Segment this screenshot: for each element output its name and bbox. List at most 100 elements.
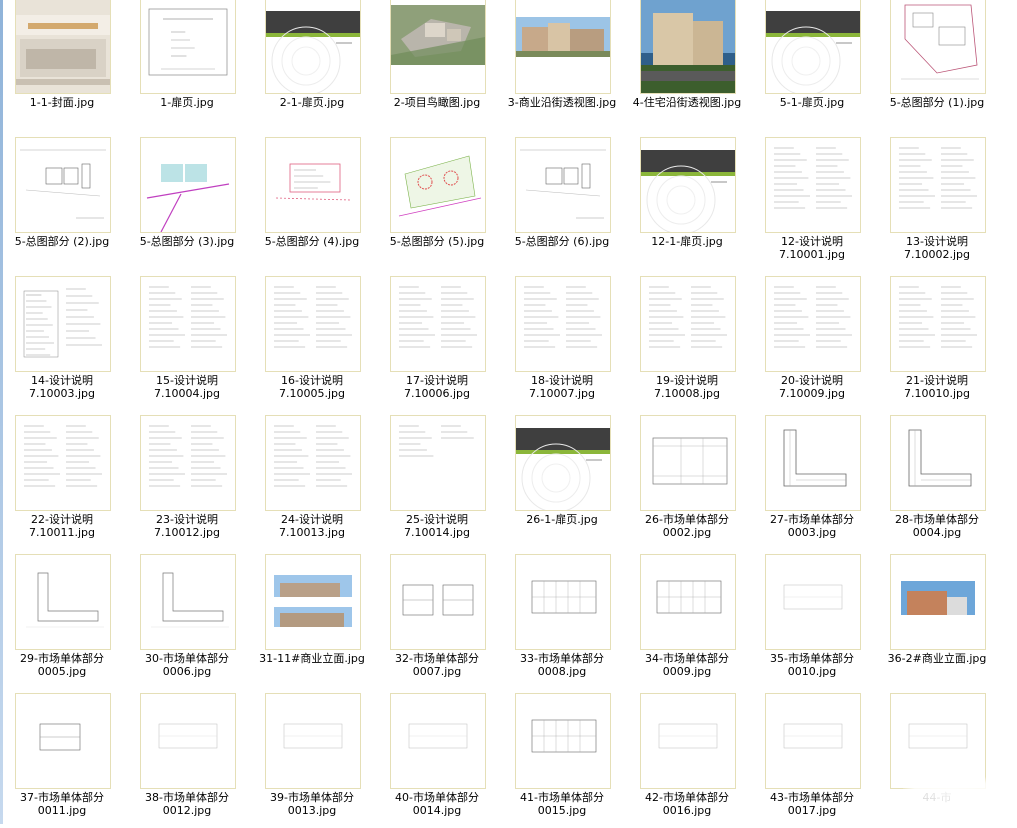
file-thumbnail-item[interactable]: 18-设计说明 7.10007.jpg xyxy=(500,276,625,411)
file-name-label[interactable]: 18-设计说明 7.10007.jpg xyxy=(498,374,626,400)
file-name-label[interactable]: 4-住宅沿街透视图.jpg xyxy=(623,96,751,109)
file-name-label[interactable]: 29-市场单体部分 0005.jpg xyxy=(0,652,126,678)
file-name-label[interactable]: 27-市场单体部分 0003.jpg xyxy=(748,513,876,539)
file-thumbnail-item[interactable]: 19-设计说明 7.10008.jpg xyxy=(625,276,750,411)
thumbnail-image[interactable] xyxy=(15,137,111,233)
thumbnail-image[interactable] xyxy=(640,0,736,94)
file-name-label[interactable]: 20-设计说明 7.10009.jpg xyxy=(748,374,876,400)
thumbnail-image[interactable] xyxy=(890,415,986,511)
thumbnail-image[interactable] xyxy=(140,554,236,650)
file-thumbnail-item[interactable]: 5-总图部分 (4).jpg xyxy=(250,137,375,272)
thumbnail-image[interactable] xyxy=(390,415,486,511)
file-name-label[interactable]: 22-设计说明 7.10011.jpg xyxy=(0,513,126,539)
file-thumbnail-item[interactable]: 32-市场单体部分 0007.jpg xyxy=(375,554,500,689)
thumbnail-image[interactable] xyxy=(765,0,861,94)
thumbnail-image[interactable] xyxy=(640,137,736,233)
file-thumbnail-item[interactable]: 1-扉页.jpg xyxy=(125,0,250,133)
file-name-label[interactable]: 39-市场单体部分 0013.jpg xyxy=(248,791,376,817)
file-thumbnail-item[interactable]: 15-设计说明 7.10004.jpg xyxy=(125,276,250,411)
file-thumbnail-item[interactable]: 21-设计说明 7.10010.jpg xyxy=(875,276,1000,411)
file-name-label[interactable]: 5-总图部分 (1).jpg xyxy=(873,96,1001,109)
thumbnail-image[interactable] xyxy=(265,276,361,372)
file-thumbnail-item[interactable]: 20-设计说明 7.10009.jpg xyxy=(750,276,875,411)
thumbnail-image[interactable] xyxy=(765,276,861,372)
file-name-label[interactable]: 37-市场单体部分 0011.jpg xyxy=(0,791,126,817)
file-thumbnail-item[interactable]: 26-市场单体部分 0002.jpg xyxy=(625,415,750,550)
file-thumbnail-item[interactable]: 31-11#商业立面.jpg xyxy=(250,554,375,689)
file-thumbnail-item[interactable]: 16-设计说明 7.10005.jpg xyxy=(250,276,375,411)
file-name-label[interactable]: 12-1-扉页.jpg xyxy=(623,235,751,248)
file-thumbnail-item[interactable]: 42-市场单体部分 0016.jpg xyxy=(625,693,750,828)
file-name-label[interactable]: 2-1-扉页.jpg xyxy=(248,96,376,109)
file-name-label[interactable]: 26-市场单体部分 0002.jpg xyxy=(623,513,751,539)
thumbnail-image[interactable] xyxy=(765,137,861,233)
file-name-label[interactable]: 5-总图部分 (6).jpg xyxy=(498,235,626,248)
file-name-label[interactable]: 19-设计说明 7.10008.jpg xyxy=(623,374,751,400)
file-name-label[interactable]: 5-总图部分 (3).jpg xyxy=(123,235,251,248)
file-thumbnail-item[interactable]: 26-1-扉页.jpg xyxy=(500,415,625,550)
thumbnail-image[interactable] xyxy=(140,693,236,789)
file-name-label[interactable]: 23-设计说明 7.10012.jpg xyxy=(123,513,251,539)
thumbnail-image[interactable] xyxy=(390,137,486,233)
file-thumbnail-item[interactable]: 38-市场单体部分 0012.jpg xyxy=(125,693,250,828)
thumbnail-image[interactable] xyxy=(140,415,236,511)
file-name-label[interactable]: 14-设计说明 7.10003.jpg xyxy=(0,374,126,400)
file-thumbnail-item[interactable]: 36-2#商业立面.jpg xyxy=(875,554,1000,689)
file-name-label[interactable]: 25-设计说明 7.10014.jpg xyxy=(373,513,501,539)
file-thumbnail-item[interactable]: 5-总图部分 (2).jpg xyxy=(0,137,125,272)
thumbnail-image[interactable] xyxy=(265,137,361,233)
file-name-label[interactable]: 1-1-封面.jpg xyxy=(0,96,126,109)
file-name-label[interactable]: 36-2#商业立面.jpg xyxy=(873,652,1001,665)
thumbnail-image[interactable] xyxy=(890,0,986,94)
file-thumbnail-item[interactable]: 29-市场单体部分 0005.jpg xyxy=(0,554,125,689)
thumbnail-image[interactable] xyxy=(890,137,986,233)
file-thumbnail-item[interactable]: 24-设计说明 7.10013.jpg xyxy=(250,415,375,550)
thumbnail-image[interactable] xyxy=(265,0,361,94)
thumbnail-image[interactable] xyxy=(390,276,486,372)
file-name-label[interactable]: 34-市场单体部分 0009.jpg xyxy=(623,652,751,678)
thumbnail-image[interactable] xyxy=(515,137,611,233)
thumbnail-image[interactable] xyxy=(890,276,986,372)
thumbnail-image[interactable] xyxy=(15,0,111,94)
file-name-label[interactable]: 16-设计说明 7.10005.jpg xyxy=(248,374,376,400)
file-name-label[interactable]: 28-市场单体部分 0004.jpg xyxy=(873,513,1001,539)
file-name-label[interactable]: 43-市场单体部分 0017.jpg xyxy=(748,791,876,817)
thumbnail-image[interactable] xyxy=(515,554,611,650)
file-thumbnail-item[interactable]: 12-设计说明 7.10001.jpg xyxy=(750,137,875,272)
thumbnail-image[interactable] xyxy=(640,415,736,511)
thumbnail-image[interactable] xyxy=(640,276,736,372)
file-thumbnail-item[interactable]: 5-1-扉页.jpg xyxy=(750,0,875,133)
thumbnail-image[interactable] xyxy=(765,554,861,650)
file-name-label[interactable]: 32-市场单体部分 0007.jpg xyxy=(373,652,501,678)
file-thumbnail-item[interactable]: 41-市场单体部分 0015.jpg xyxy=(500,693,625,828)
file-name-label[interactable]: 30-市场单体部分 0006.jpg xyxy=(123,652,251,678)
file-thumbnail-item[interactable]: 39-市场单体部分 0013.jpg xyxy=(250,693,375,828)
file-thumbnail-item[interactable]: 2-1-扉页.jpg xyxy=(250,0,375,133)
thumbnail-image[interactable] xyxy=(265,554,361,650)
file-name-label[interactable]: 42-市场单体部分 0016.jpg xyxy=(623,791,751,817)
file-name-label[interactable]: 2-项目鸟瞰图.jpg xyxy=(373,96,501,109)
file-name-label[interactable]: 1-扉页.jpg xyxy=(123,96,251,109)
file-thumbnail-item[interactable]: 25-设计说明 7.10014.jpg xyxy=(375,415,500,550)
thumbnail-image[interactable] xyxy=(765,415,861,511)
file-thumbnail-item[interactable]: 4-住宅沿街透视图.jpg xyxy=(625,0,750,133)
thumbnail-image[interactable] xyxy=(515,415,611,511)
file-thumbnail-item[interactable]: 2-项目鸟瞰图.jpg xyxy=(375,0,500,133)
file-name-label[interactable]: 15-设计说明 7.10004.jpg xyxy=(123,374,251,400)
thumbnail-image[interactable] xyxy=(140,137,236,233)
thumbnail-image[interactable] xyxy=(640,554,736,650)
file-thumbnail-item[interactable]: 5-总图部分 (5).jpg xyxy=(375,137,500,272)
thumbnail-image[interactable] xyxy=(390,693,486,789)
thumbnail-image[interactable] xyxy=(15,693,111,789)
thumbnail-image[interactable] xyxy=(265,693,361,789)
file-name-label[interactable]: 35-市场单体部分 0010.jpg xyxy=(748,652,876,678)
file-thumbnail-item[interactable]: 12-1-扉页.jpg xyxy=(625,137,750,272)
file-thumbnail-item[interactable]: 37-市场单体部分 0011.jpg xyxy=(0,693,125,828)
thumbnail-image[interactable] xyxy=(140,0,236,94)
thumbnail-image[interactable] xyxy=(890,554,986,650)
file-thumbnail-item[interactable]: 14-设计说明 7.10003.jpg xyxy=(0,276,125,411)
file-thumbnail-item[interactable]: 23-设计说明 7.10012.jpg xyxy=(125,415,250,550)
file-name-label[interactable]: 5-总图部分 (5).jpg xyxy=(373,235,501,248)
file-thumbnail-item[interactable]: 5-总图部分 (6).jpg xyxy=(500,137,625,272)
file-name-label[interactable]: 31-11#商业立面.jpg xyxy=(248,652,376,665)
